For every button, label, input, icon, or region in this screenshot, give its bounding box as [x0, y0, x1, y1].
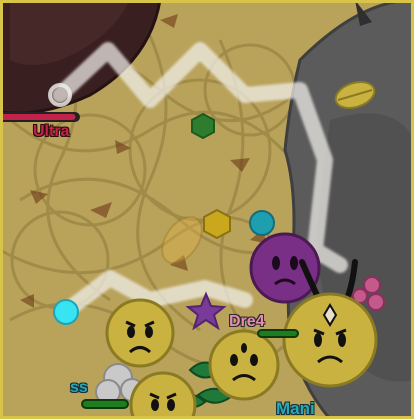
cactus-petal	[191, 112, 215, 140]
player-flower-middle[interactable]	[208, 329, 280, 401]
player-name-dre4: Dre4	[229, 313, 265, 330]
cyan-petal	[249, 210, 275, 236]
player-name-ss: ss	[70, 379, 88, 396]
player-name-mani: Mani	[276, 399, 315, 418]
player-health-bar-ss	[81, 399, 129, 409]
health-bar-fill	[0, 114, 76, 120]
game-viewport[interactable]: Ultra Dre4 ss Mani	[0, 0, 414, 419]
boss-rarity-label: Ultra	[33, 123, 70, 140]
pollen-petal	[203, 208, 231, 240]
player-flower-left[interactable]	[105, 298, 175, 368]
cyan-petal-bright	[53, 299, 79, 325]
player-flower-purple[interactable]	[249, 232, 321, 304]
boss-health-bar	[0, 112, 80, 122]
player-health-bar-dre4	[257, 329, 299, 338]
